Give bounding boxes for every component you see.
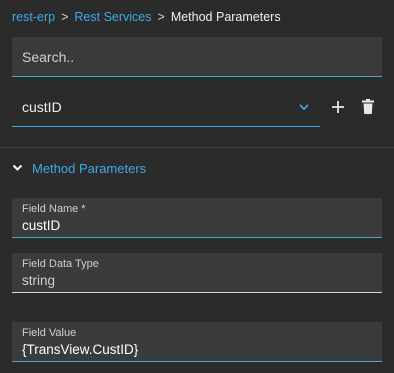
search-input[interactable]	[12, 37, 382, 76]
breadcrumb-separator: >	[157, 10, 165, 24]
field-data-type-label: Field Data Type	[22, 258, 99, 270]
chevron-down-icon	[299, 104, 309, 111]
divider	[0, 147, 394, 148]
parameter-select[interactable]: custID	[12, 88, 320, 127]
field-value-field[interactable]: Field Value {TransView.CustID}	[12, 322, 382, 362]
field-name-value: custID	[22, 218, 61, 233]
section-title: Method Parameters	[32, 160, 147, 176]
parameter-select-value: custID	[22, 99, 62, 115]
trash-icon[interactable]	[362, 99, 374, 114]
breadcrumb-current: Method Parameters	[170, 10, 281, 24]
breadcrumb-separator: >	[61, 10, 69, 24]
field-name-field[interactable]: Field Name * custID	[12, 198, 382, 238]
breadcrumb: rest-erp > Rest Services > Method Parame…	[12, 9, 281, 25]
breadcrumb-link-rest-erp[interactable]: rest-erp	[12, 10, 55, 24]
field-data-type-value: string	[22, 273, 56, 288]
field-name-label: Field Name *	[22, 203, 86, 215]
breadcrumb-link-rest-services[interactable]: Rest Services	[74, 10, 151, 24]
plus-icon[interactable]	[331, 100, 345, 114]
search-box	[12, 37, 382, 77]
field-value-value: {TransView.CustID}	[22, 342, 139, 357]
chevron-down-icon	[12, 164, 23, 171]
field-data-type-field[interactable]: Field Data Type string	[12, 253, 382, 293]
field-value-label: Field Value	[22, 327, 77, 339]
section-header-method-parameters[interactable]: Method Parameters	[12, 158, 146, 178]
